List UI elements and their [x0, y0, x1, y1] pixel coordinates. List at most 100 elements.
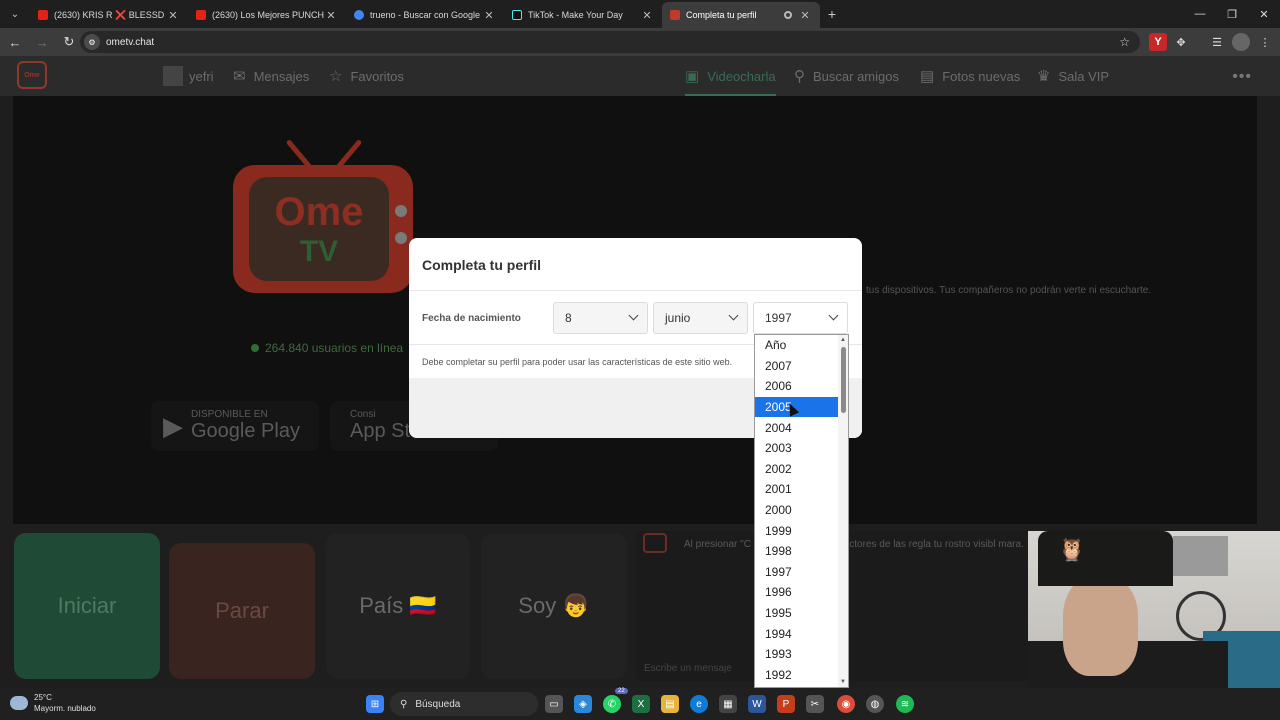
play-store-icon: ▶	[163, 410, 183, 441]
file-explorer-icon[interactable]: ▤	[661, 695, 679, 713]
day-select[interactable]: 8	[553, 302, 648, 334]
year-option[interactable]: 1995	[755, 603, 839, 624]
close-tab-icon[interactable]: ✕	[640, 9, 654, 22]
google-play-badge[interactable]: ▶ DISPONIBLE EN Google Play	[151, 401, 319, 451]
weather-widget[interactable]: 25°C Mayorm. nublado	[10, 692, 96, 714]
year-option[interactable]: Año	[755, 335, 839, 356]
tab-1[interactable]: (2630) KRIS R ❌ BLESSD - LAS ✕	[30, 2, 188, 28]
month-select[interactable]: junio	[653, 302, 748, 334]
stop-button[interactable]: Parar	[169, 543, 315, 679]
temperature: 25°C	[34, 693, 52, 702]
scrollbar-thumb[interactable]	[841, 347, 846, 413]
minimize-icon[interactable]: —	[1184, 0, 1216, 28]
edge-icon[interactable]: e	[690, 695, 708, 713]
site-navigation: Ome yefri ✉ Mensajes ☆ Favoritos ▣ Video…	[0, 56, 1280, 96]
tab-title: Completa tu perfil	[686, 10, 757, 20]
youtube-icon	[196, 10, 206, 20]
year-option[interactable]: 2000	[755, 500, 839, 521]
avatar	[163, 66, 183, 86]
ometv-big-logo: Ome TV	[233, 165, 413, 293]
year-option[interactable]: 2002	[755, 459, 839, 480]
taskbar-search[interactable]: ⚲ Búsqueda	[390, 692, 538, 716]
profile-avatar-icon[interactable]	[1232, 33, 1250, 51]
start-button[interactable]: Iniciar	[14, 533, 160, 679]
chevron-down-icon	[828, 310, 839, 321]
year-option[interactable]: 1997	[755, 562, 839, 583]
back-icon[interactable]: ←	[3, 35, 27, 50]
app-icon[interactable]: ◍	[866, 695, 884, 713]
close-tab-icon[interactable]: ✕	[324, 9, 338, 22]
excel-icon[interactable]: X	[632, 695, 650, 713]
restore-icon[interactable]: ❐	[1216, 0, 1248, 28]
nav-find-friends-label: Buscar amigos	[813, 68, 899, 84]
nav-vip[interactable]: ♛ Sala VIP	[1037, 56, 1109, 96]
tab-3[interactable]: trueno - Buscar con Google ✕	[346, 2, 504, 28]
year-option[interactable]: 2003	[755, 438, 839, 459]
scroll-up-icon[interactable]: ▲	[840, 337, 846, 343]
close-window-icon[interactable]: ✕	[1248, 0, 1280, 28]
nav-username: yefri	[189, 68, 214, 84]
whatsapp-icon[interactable]: ✆	[603, 695, 621, 713]
ometv-logo[interactable]: Ome	[17, 61, 47, 89]
google-play-small: DISPONIBLE EN	[191, 409, 268, 420]
forward-icon[interactable]: →	[30, 35, 54, 50]
nav-new-photos[interactable]: ▤ Fotos nuevas	[920, 56, 1020, 96]
spotify-icon[interactable]: ≋	[896, 695, 914, 713]
tab-2[interactable]: (2630) Los Mejores PUNCHLINE ✕	[188, 2, 346, 28]
close-tab-icon[interactable]: ✕	[482, 9, 496, 22]
new-tab-button[interactable]: +	[820, 6, 844, 22]
chrome-icon[interactable]: ◉	[837, 695, 855, 713]
year-option[interactable]: 2004	[755, 417, 839, 438]
window-controls: — ❐ ✕	[1184, 0, 1280, 28]
country-button[interactable]: País 🇨🇴	[326, 533, 470, 679]
copilot-icon[interactable]: ◈	[574, 695, 592, 713]
more-options-icon[interactable]: •••	[1232, 68, 1252, 86]
extension-y-icon[interactable]: Y	[1149, 33, 1167, 51]
nav-videochat[interactable]: ▣ Videocharla	[685, 56, 776, 96]
year-option[interactable]: 1999	[755, 520, 839, 541]
year-select[interactable]: 1997	[753, 302, 848, 334]
site-info-icon[interactable]: ⚙	[84, 34, 100, 50]
scroll-down-icon[interactable]: ▼	[840, 679, 846, 685]
chevron-down-icon	[628, 310, 639, 321]
year-option[interactable]: 1998	[755, 541, 839, 562]
nav-vip-label: Sala VIP	[1058, 68, 1110, 84]
birth-date-label: Fecha de nacimiento	[422, 313, 521, 324]
year-option[interactable]: 2001	[755, 479, 839, 500]
nav-messages[interactable]: ✉ Mensajes	[233, 56, 309, 96]
extensions-puzzle-icon[interactable]: ✥	[1172, 33, 1190, 51]
tab-title: (2630) KRIS R ❌ BLESSD - LAS	[54, 9, 166, 20]
year-option[interactable]: 1993	[755, 644, 839, 665]
nav-profile[interactable]: yefri	[163, 56, 214, 96]
year-option[interactable]: 2007	[755, 356, 839, 377]
chat-message-input[interactable]: Escribe un mensaje	[644, 663, 732, 674]
store-icon[interactable]: ▦	[719, 695, 737, 713]
tab-strip: ⌄ (2630) KRIS R ❌ BLESSD - LAS ✕ (2630) …	[0, 0, 1280, 28]
gender-button[interactable]: Soy 👦	[481, 533, 627, 679]
browser-menu-icon[interactable]: ⋮	[1256, 33, 1274, 51]
windows-start-icon[interactable]: ⊞	[366, 695, 384, 713]
year-dropdown-list[interactable]: Año 2007 2006 2005 2004 2003 2002 2001 2…	[754, 334, 849, 688]
word-icon[interactable]: W	[748, 695, 766, 713]
tab-5-active[interactable]: Completa tu perfil ✕	[662, 2, 820, 28]
tab-4[interactable]: TikTok - Make Your Day ✕	[504, 2, 662, 28]
snipping-tool-icon[interactable]: ✂	[806, 695, 824, 713]
year-option[interactable]: 1996	[755, 582, 839, 603]
webcam-poster	[1173, 536, 1228, 576]
powerpoint-icon[interactable]: P	[777, 695, 795, 713]
nav-find-friends[interactable]: ⚲ Buscar amigos	[794, 56, 899, 96]
close-tab-icon[interactable]: ✕	[166, 9, 180, 22]
bookmark-star-icon[interactable]: ☆	[1119, 35, 1130, 49]
nav-favorites[interactable]: ☆ Favoritos	[329, 56, 404, 96]
url-field[interactable]: ⚙ ometv.chat ☆	[80, 31, 1140, 53]
online-users-text: 264.840 usuarios en línea	[265, 341, 404, 355]
task-view-icon[interactable]: ▭	[545, 695, 563, 713]
year-option[interactable]: 2006	[755, 376, 839, 397]
tab-search-button[interactable]: ⌄	[4, 3, 26, 25]
close-tab-icon[interactable]: ✕	[798, 9, 812, 22]
reload-icon[interactable]: ↻	[57, 34, 81, 50]
dropdown-scrollbar[interactable]: ▲ ▼	[838, 335, 848, 687]
reading-list-icon[interactable]: ☰	[1208, 33, 1226, 51]
year-option[interactable]: 1992	[755, 665, 839, 686]
year-option[interactable]: 1994	[755, 623, 839, 644]
